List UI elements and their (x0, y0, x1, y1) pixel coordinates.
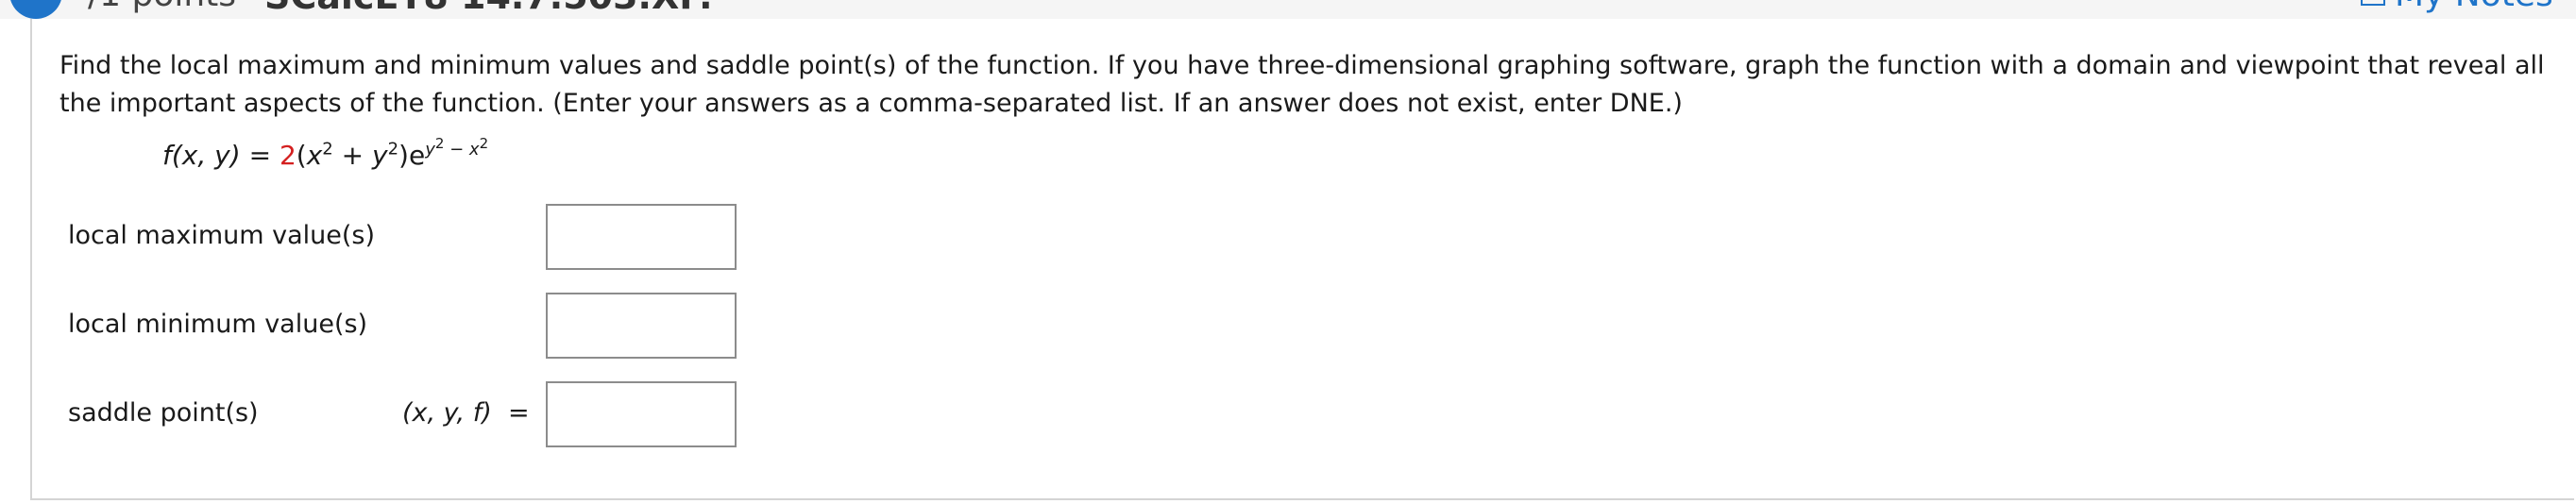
formula-exponent: y2 − x2 (425, 136, 488, 160)
formula-paren-close-e: )e (398, 140, 426, 171)
formula-exp-y-power: 2 (434, 134, 445, 152)
local-min-input[interactable] (546, 293, 737, 359)
formula-exp-x-power: 2 (479, 134, 489, 152)
formula-lhs: f(x, y) (162, 140, 241, 171)
question-panel: Find the local maximum and minimum value… (30, 19, 2574, 500)
local-max-input[interactable] (546, 204, 737, 270)
points-badge-icon (9, 0, 62, 19)
formula-equals: = (248, 140, 272, 171)
problem-id: SCalcET8 14.7.503.XP. (264, 0, 713, 17)
my-notes-label: My Notes (2395, 0, 2553, 14)
formula-x-exponent: 2 (322, 139, 333, 160)
function-formula: f(x, y) = 2(x2 + y2)ey2 − x2 (162, 136, 488, 171)
saddle-point-label: saddle point(s) (68, 398, 259, 428)
my-notes-link[interactable]: My Notes (2361, 0, 2553, 14)
points-text: -/1 points (76, 0, 236, 14)
formula-plus: + (341, 140, 364, 171)
formula-exp-y: y (425, 139, 435, 160)
saddle-point-equals: = (507, 398, 530, 428)
formula-coefficient: 2 (279, 140, 297, 171)
local-max-label: local maximum value(s) (68, 221, 376, 250)
notes-icon (2361, 0, 2385, 6)
page: -/1 points SCalcET8 14.7.503.XP. My Note… (0, 0, 2576, 504)
formula-x: x (306, 140, 323, 171)
formula-y: y (372, 140, 388, 171)
problem-header: -/1 points SCalcET8 14.7.503.XP. My Note… (0, 0, 2576, 19)
saddle-point-tuple: (x, y, f) (402, 398, 492, 428)
formula-y-exponent: 2 (387, 139, 399, 160)
formula-exp-minus-x: − x (444, 139, 480, 160)
saddle-point-prefix: (x, y, f) = (402, 398, 530, 428)
question-text: Find the local maximum and minimum value… (59, 51, 2545, 118)
saddle-point-input[interactable] (546, 381, 737, 447)
local-min-label: local minimum value(s) (68, 310, 368, 339)
formula-paren-open: ( (296, 140, 307, 171)
